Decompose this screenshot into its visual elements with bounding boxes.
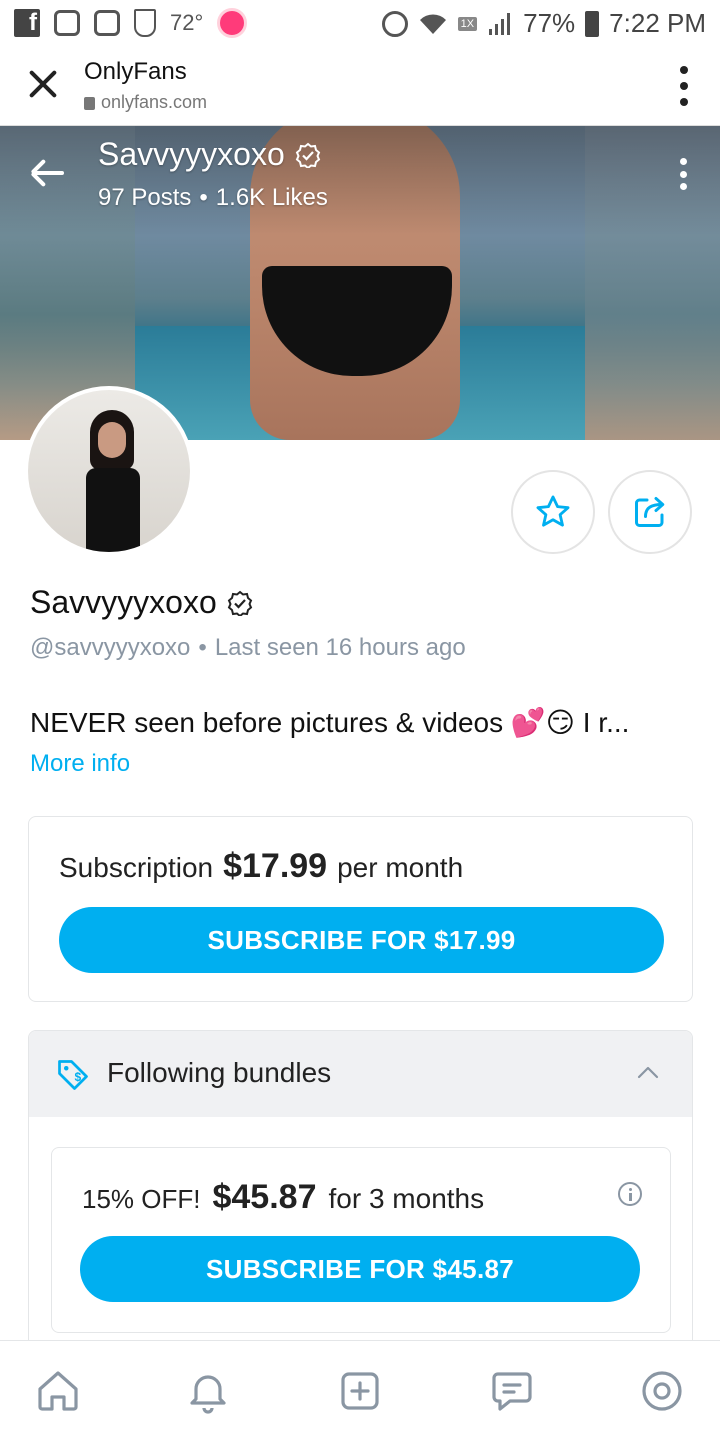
close-icon[interactable]	[22, 64, 62, 104]
price-tag-icon: $	[58, 1060, 88, 1090]
svg-text:$: $	[75, 1070, 82, 1084]
subscription-period: per month	[337, 852, 464, 883]
battery-icon	[585, 10, 600, 37]
signal-icon	[489, 12, 511, 35]
profile-name-text: Savvyyyxoxo	[30, 584, 217, 620]
subscription-price-line: Subscription $17.99 per month	[59, 847, 463, 886]
favorite-button[interactable]	[511, 470, 595, 554]
bundle-period: for 3 months	[328, 1183, 485, 1214]
cover-name: Savvyyyxoxo	[98, 136, 321, 173]
temperature: 72°	[170, 10, 204, 35]
verified-icon	[295, 142, 320, 168]
subscription-price: $17.99	[223, 847, 328, 885]
browser-url: onlyfans.com	[84, 92, 207, 113]
gallery-icon	[94, 10, 120, 36]
info-icon[interactable]	[618, 1182, 642, 1206]
clock: 7:22 PM	[609, 8, 706, 38]
share-icon	[635, 497, 665, 527]
bundles-title: Following bundles	[107, 1057, 332, 1088]
subscription-card: Subscription $17.99 per month SUBSCRIBE …	[28, 816, 693, 1002]
home-icon[interactable]	[34, 1367, 82, 1415]
bell-icon[interactable]	[184, 1367, 232, 1415]
nfl-icon	[134, 9, 156, 37]
profile-meta: @savvyyyxoxo • Last seen 16 hours ago	[30, 634, 466, 662]
profile-icon[interactable]	[638, 1367, 686, 1415]
last-seen: Last seen 16 hours ago	[214, 634, 466, 661]
bundle-price-line: 15% OFF! $45.87 for 3 months	[82, 1178, 484, 1217]
stats-separator: •	[199, 184, 208, 211]
subscribe-button[interactable]: SUBSCRIBE FOR $17.99	[59, 907, 664, 973]
battery-percent: 77%	[523, 8, 576, 38]
posts-count: 97 Posts	[98, 184, 192, 211]
star-icon	[536, 495, 570, 527]
facebook-icon: f	[14, 9, 40, 37]
bundle-discount: 15% OFF!	[82, 1184, 201, 1214]
alarm-icon	[381, 10, 408, 37]
status-right: 1X 77% 7:22 PM	[381, 8, 706, 39]
instagram-icon	[54, 10, 80, 36]
status-left: f 72°	[14, 8, 248, 38]
profile-menu-button[interactable]	[678, 158, 688, 190]
url-text: onlyfans.com	[101, 92, 208, 112]
browser-title: OnlyFans	[84, 58, 187, 85]
app-notification-icon	[217, 8, 248, 38]
bundles-header[interactable]: $ Following bundles	[29, 1031, 692, 1117]
profile-name: Savvyyyxoxo	[30, 584, 253, 621]
back-arrow-icon[interactable]	[30, 158, 66, 188]
more-info-link[interactable]: More info	[30, 750, 130, 778]
share-button[interactable]	[608, 470, 692, 554]
status-bar: f 72° 1X 77% 7:22 PM	[0, 0, 720, 46]
browser-toolbar: OnlyFans onlyfans.com	[0, 46, 720, 126]
browser-menu-button[interactable]	[678, 66, 690, 106]
subscription-label: Subscription	[59, 852, 214, 883]
bundle-subscribe-button[interactable]: SUBSCRIBE FOR $45.87	[80, 1236, 640, 1302]
plus-square-icon[interactable]	[336, 1367, 384, 1415]
bundles-card: $ Following bundles 15% OFF! $45.87 for …	[28, 1030, 693, 1370]
signal-tag: 1X	[457, 16, 478, 31]
bundle-offer: 15% OFF! $45.87 for 3 months SUBSCRIBE F…	[51, 1147, 671, 1333]
message-icon[interactable]	[488, 1367, 536, 1415]
cover-stats: 97 Posts • 1.6K Likes	[98, 184, 328, 212]
meta-separator: •	[198, 634, 207, 661]
wifi-icon	[419, 13, 446, 34]
cover-name-text: Savvyyyxoxo	[98, 136, 285, 172]
profile-handle: @savvyyyxoxo	[30, 634, 191, 661]
lock-icon	[84, 97, 95, 110]
bio-text: NEVER seen before pictures & videos 💕😏 I…	[30, 707, 630, 738]
bundle-price: $45.87	[212, 1178, 317, 1216]
bottom-navigation	[0, 1340, 720, 1440]
chevron-up-icon[interactable]	[636, 1061, 660, 1085]
avatar[interactable]	[24, 386, 194, 556]
verified-icon	[227, 590, 252, 616]
likes-count: 1.6K Likes	[215, 184, 328, 211]
